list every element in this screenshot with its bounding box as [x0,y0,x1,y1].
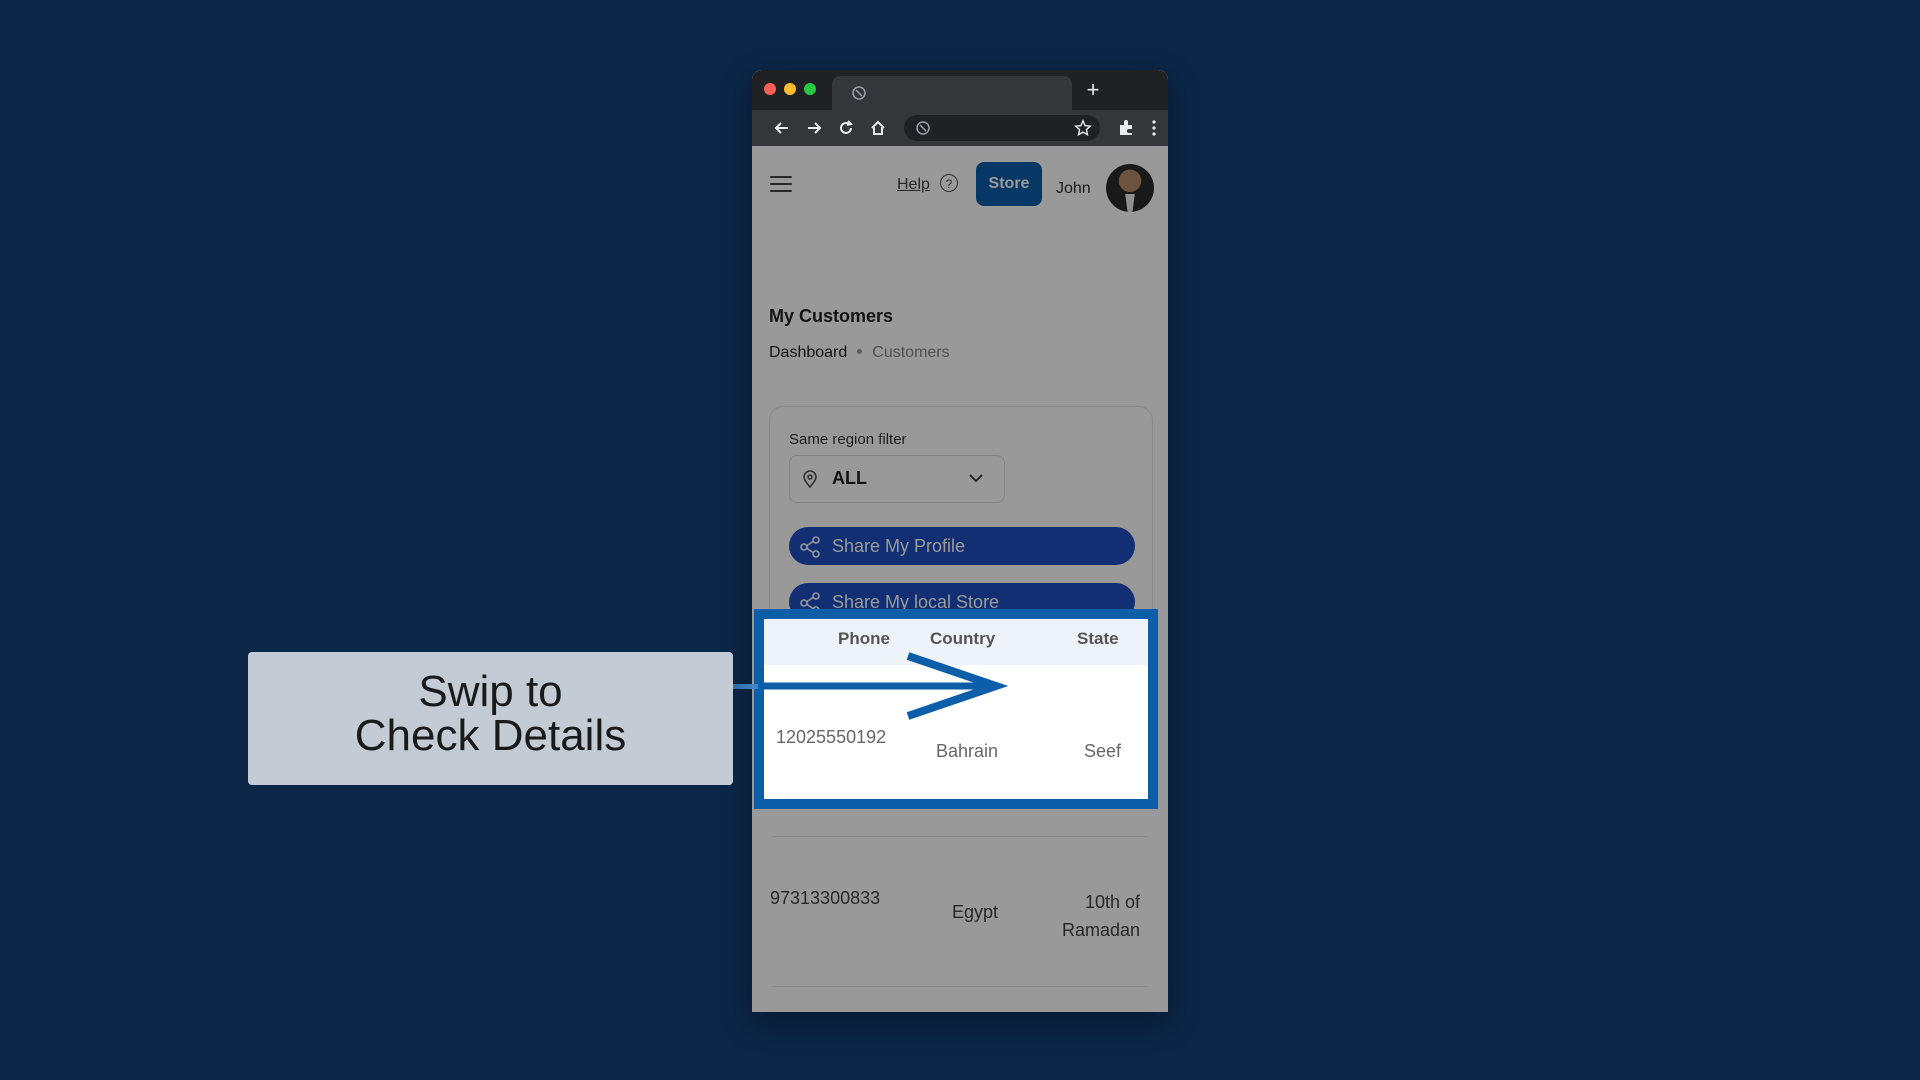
reload-icon[interactable] [836,118,856,138]
globe-icon [852,86,866,100]
swipe-callout: Swip to Check Details [248,652,733,785]
column-header-country[interactable]: Country [930,629,995,649]
home-icon[interactable] [868,118,888,138]
browser-titlebar: + [752,70,1168,110]
region-filter-label: Same region filter [789,431,907,448]
page-viewport: Help ? Store John My Customers Dashboard… [752,146,1168,1012]
browser-tab[interactable] [832,76,1072,110]
address-bar[interactable] [904,115,1100,141]
new-tab-button[interactable]: + [1078,75,1108,105]
browser-toolbar [752,110,1168,146]
breadcrumb-customers: Customers [872,344,950,361]
region-select[interactable]: ALL [789,455,1005,503]
row-divider [772,836,1148,837]
location-pin-icon [803,470,817,488]
share-icon [800,536,820,558]
column-header-state[interactable]: State [1077,629,1119,649]
breadcrumb: Dashboard Customers [769,344,950,362]
user-name[interactable]: John [1056,180,1091,198]
maximize-dot[interactable] [804,83,816,95]
cell-phone: 97313300833 [770,888,881,908]
cell-state: Seef [1084,741,1122,761]
column-header-phone[interactable]: Phone [838,629,890,649]
cell-phone: 12025550192 [776,727,887,747]
breadcrumb-separator [857,349,863,354]
minimize-dot[interactable] [784,83,796,95]
cell-state: 10th of Ramadan [1061,892,1140,940]
callout-text: Swip to Check Details [354,667,627,760]
forward-icon[interactable] [804,118,824,138]
close-dot[interactable] [764,83,776,95]
browser-window: + Help ? Store John My Customers Dashboa… [752,70,1168,1012]
share-profile-label: Share My Profile [832,536,966,556]
region-select-value: ALL [832,468,867,488]
row-divider [772,986,1148,987]
cell-country: Bahrain [936,741,999,761]
table-row[interactable]: 97313300833 Egypt 10th of Ramadan [752,836,1168,987]
hamburger-menu-icon[interactable] [770,176,792,194]
back-icon[interactable] [772,118,792,138]
page-title: My Customers [769,306,894,326]
help-icon[interactable]: ? [940,174,958,192]
app-header: Help ? Store John [752,146,1168,226]
share-profile-button[interactable]: Share My Profile [789,527,1135,565]
globe-icon [916,121,930,135]
extensions-icon[interactable] [1116,118,1136,138]
menu-dots-icon[interactable] [1144,118,1164,138]
chevron-down-icon [969,474,983,483]
star-icon[interactable] [1074,119,1092,137]
cell-country: Egypt [952,902,999,922]
swipe-right-arrow-icon [758,652,1008,720]
avatar[interactable] [1106,164,1154,212]
help-link[interactable]: Help [897,176,930,194]
store-button[interactable]: Store [976,162,1042,206]
breadcrumb-dashboard[interactable]: Dashboard [769,344,847,361]
